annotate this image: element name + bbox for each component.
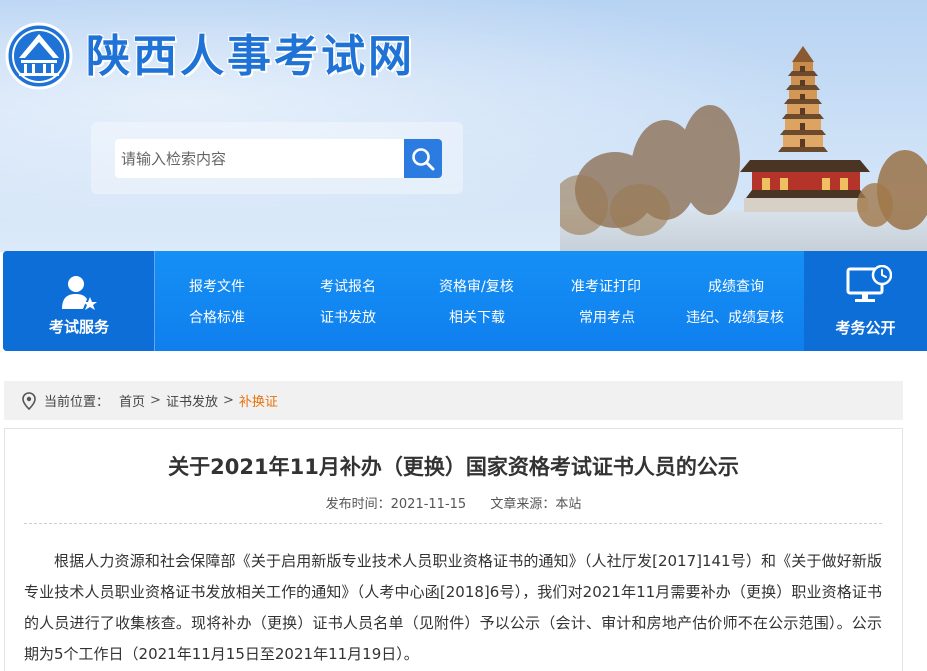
breadcrumb-certificate-issuance[interactable]: 证书发放 — [166, 391, 218, 410]
article-meta: 发布时间：2021-11-15 文章来源：本站 — [5, 493, 902, 512]
breadcrumb-current-reissue[interactable]: 补换证 — [239, 391, 278, 410]
site-title[interactable]: 陕西人事考试网 — [86, 20, 415, 84]
monitor-clock-icon — [846, 265, 892, 302]
exam-affairs-disclosure-tile[interactable]: 考务公开 — [804, 251, 927, 351]
pagoda-scenery-image — [560, 46, 927, 252]
article-body: 根据人力资源和社会保障部《关于启用新版专业技术人员职业资格证书的通知》（人社厅发… — [24, 552, 882, 663]
publish-time-label: 发布时间： — [325, 497, 391, 512]
article-source-value: 本站 — [555, 497, 582, 512]
publish-time: 发布时间：2021-11-15 — [326, 497, 467, 512]
nav-link-qualification-review[interactable]: 资格审/复核 — [439, 276, 514, 296]
breadcrumb: 当前位置： 首页 > 证书发放 > 补换证 — [4, 381, 903, 420]
nav-link-passing-standard[interactable]: 合格标准 — [189, 307, 245, 327]
header-banner: 陕西人事考试网 — [0, 0, 927, 252]
exam-service-label: 考试服务 — [48, 318, 109, 336]
nav-link-admission-ticket-print[interactable]: 准考证打印 — [571, 276, 641, 296]
breadcrumb-separator: > — [150, 393, 161, 408]
dashed-divider — [24, 523, 882, 524]
nav-link-score-query[interactable]: 成绩查询 — [708, 276, 764, 296]
breadcrumb-separator: > — [222, 393, 234, 408]
nav-link-common-exam-sites[interactable]: 常用考点 — [579, 307, 635, 327]
article-source: 文章来源：本站 — [490, 497, 581, 512]
location-pin-icon — [22, 391, 36, 410]
breadcrumb-prefix: 当前位置： — [44, 395, 110, 410]
logo-emblem-icon — [5, 22, 73, 90]
main-nav: 考试服务 报考文件 考试报名 资格审/复核 准考证打印 成绩查询 合格标准 证书… — [3, 251, 927, 351]
publish-time-value: 2021-11-15 — [390, 497, 467, 512]
search-button[interactable] — [404, 139, 442, 178]
user-star-icon — [62, 276, 97, 310]
nav-link-related-downloads[interactable]: 相关下载 — [449, 307, 505, 327]
nav-link-violation-score-review[interactable]: 违纪、成绩复核 — [686, 307, 784, 327]
exam-affairs-disclosure-label: 考务公开 — [835, 319, 896, 337]
nav-link-exam-registration[interactable]: 考试报名 — [320, 276, 376, 296]
exam-service-tile[interactable]: 考试服务 — [3, 251, 155, 351]
breadcrumb-home[interactable]: 首页 — [119, 391, 145, 410]
search-input[interactable] — [115, 139, 407, 178]
article-source-label: 文章来源： — [490, 497, 556, 512]
article-panel: 关于2021年11月补办（更换）国家资格考试证书人员的公示 发布时间：2021-… — [4, 428, 903, 671]
search-icon — [412, 147, 435, 170]
article-title: 关于2021年11月补办（更换）国家资格考试证书人员的公示 — [168, 455, 739, 479]
nav-link-certificate-issuance[interactable]: 证书发放 — [320, 307, 376, 327]
nav-link-exam-documents[interactable]: 报考文件 — [189, 276, 245, 296]
